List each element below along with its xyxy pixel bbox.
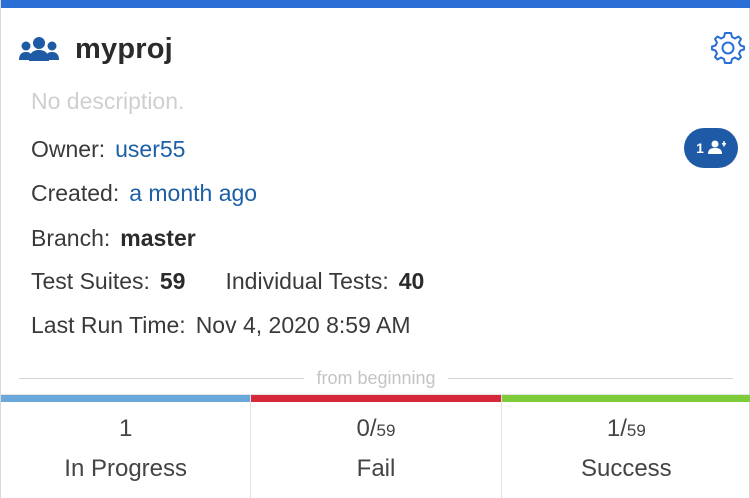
owner-row: Owner: user55: [31, 136, 185, 163]
run-stats: 1 In Progress 0/59 Fail 1/59 Success: [1, 394, 750, 498]
branch-label: Branch:: [31, 225, 111, 251]
project-title[interactable]: myproj: [75, 33, 173, 66]
tests-row: Test Suites: 59 Individual Tests: 40: [31, 268, 424, 295]
project-description: No description.: [31, 88, 185, 114]
stat-in-progress[interactable]: 1 In Progress: [1, 395, 252, 498]
test-suites-value: 59: [159, 268, 186, 294]
gear-icon[interactable]: [711, 30, 745, 64]
card-header: myproj: [19, 24, 173, 74]
card-top-accent: [1, 0, 750, 8]
fail-count: 0/: [356, 415, 377, 442]
test-suites-label: Test Suites:: [31, 268, 150, 294]
in-progress-label: In Progress: [64, 455, 188, 482]
divider-line-right: [447, 377, 734, 379]
success-total: 59: [626, 421, 646, 440]
team-icon: [19, 34, 61, 64]
branch-value: master: [120, 225, 196, 251]
in-progress-bar: [1, 395, 251, 402]
created-label: Created:: [31, 180, 120, 206]
individual-tests-label: Individual Tests:: [225, 268, 389, 294]
stat-success[interactable]: 1/59 Success: [501, 395, 750, 498]
created-row: Created: a month ago: [31, 180, 257, 207]
created-link[interactable]: a month ago: [129, 180, 257, 206]
branch-row: Branch: master: [31, 225, 196, 252]
in-progress-count: 1: [118, 415, 133, 442]
last-run-row: Last Run Time: Nov 4, 2020 8:59 AM: [31, 312, 411, 339]
member-count: 1: [696, 140, 704, 156]
owner-link[interactable]: user55: [115, 136, 185, 162]
stat-fail[interactable]: 0/59 Fail: [251, 395, 502, 498]
last-run-label: Last Run Time:: [31, 312, 186, 338]
add-user-icon: [707, 140, 726, 157]
fail-bar: [251, 395, 501, 402]
divider-line-left: [19, 377, 305, 379]
fail-total: 59: [376, 421, 396, 440]
period-label: from beginning: [316, 367, 436, 388]
fail-label: Fail: [356, 455, 396, 482]
success-label: Success: [580, 455, 672, 482]
owner-label: Owner:: [31, 136, 106, 162]
add-member-button[interactable]: 1: [684, 128, 738, 168]
individual-tests-value: 40: [398, 268, 425, 294]
fail-value: 0/59: [251, 415, 500, 443]
success-bar: [501, 395, 750, 402]
in-progress-value: 1: [1, 415, 250, 443]
success-value: 1/59: [502, 415, 750, 443]
success-count: 1/: [606, 415, 627, 442]
period-divider: from beginning: [19, 364, 734, 392]
last-run-value: Nov 4, 2020 8:59 AM: [195, 312, 411, 338]
project-card: myproj No description. Owner: user55 1 Cr…: [0, 0, 750, 498]
